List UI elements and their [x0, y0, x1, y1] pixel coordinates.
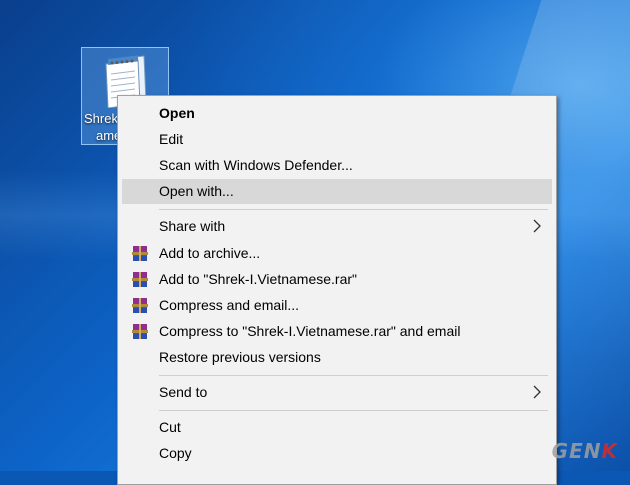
menu-item-label: Send to [159, 384, 208, 400]
winrar-icon [132, 324, 148, 339]
menu-item-open[interactable]: Open [122, 101, 552, 126]
menu-item-restore-previous-versions[interactable]: Restore previous versions [122, 345, 552, 370]
menu-item-label: Compress and email... [159, 297, 300, 313]
menu-item-label: Open [159, 105, 195, 121]
menu-item-label: Cut [159, 419, 181, 435]
menu-item-label: Add to "Shrek-I.Vietnamese.rar" [159, 271, 357, 287]
menu-item-add-to-archive[interactable]: Add to archive... [122, 241, 552, 266]
context-menu: Open Edit Scan with Windows Defender... … [117, 95, 557, 485]
menu-item-label: Add to archive... [159, 245, 261, 261]
menu-item-label: Open with... [159, 183, 234, 199]
menu-item-share-with[interactable]: Share with [122, 214, 552, 239]
menu-item-label: Share with [159, 218, 226, 234]
menu-item-label: Scan with Windows Defender... [159, 157, 353, 173]
watermark-main: GEN [551, 439, 602, 463]
menu-item-compress-and-email[interactable]: Compress and email... [122, 293, 552, 318]
menu-separator [159, 410, 548, 411]
menu-item-edit[interactable]: Edit [122, 127, 552, 152]
menu-item-cut[interactable]: Cut [122, 415, 552, 440]
chevron-right-icon [533, 385, 541, 399]
winrar-icon [132, 298, 148, 313]
menu-item-compress-to-rar-email[interactable]: Compress to "Shrek-I.Vietnamese.rar" and… [122, 319, 552, 344]
menu-item-label: Copy [159, 445, 192, 461]
genk-watermark: GENK [552, 439, 618, 463]
menu-item-label: Compress to "Shrek-I.Vietnamese.rar" and… [159, 323, 461, 339]
menu-item-label: Restore previous versions [159, 349, 321, 365]
chevron-right-icon [533, 219, 541, 233]
menu-separator [159, 209, 548, 210]
menu-item-copy[interactable]: Copy [122, 441, 552, 466]
menu-separator [159, 375, 548, 376]
menu-item-scan-defender[interactable]: Scan with Windows Defender... [122, 153, 552, 178]
winrar-icon [132, 246, 148, 261]
menu-item-open-with[interactable]: Open with... [122, 179, 552, 204]
menu-item-send-to[interactable]: Send to [122, 380, 552, 405]
menu-item-add-to-rar[interactable]: Add to "Shrek-I.Vietnamese.rar" [122, 267, 552, 292]
menu-item-label: Edit [159, 131, 184, 147]
watermark-accent: K [601, 439, 618, 463]
winrar-icon [132, 272, 148, 287]
